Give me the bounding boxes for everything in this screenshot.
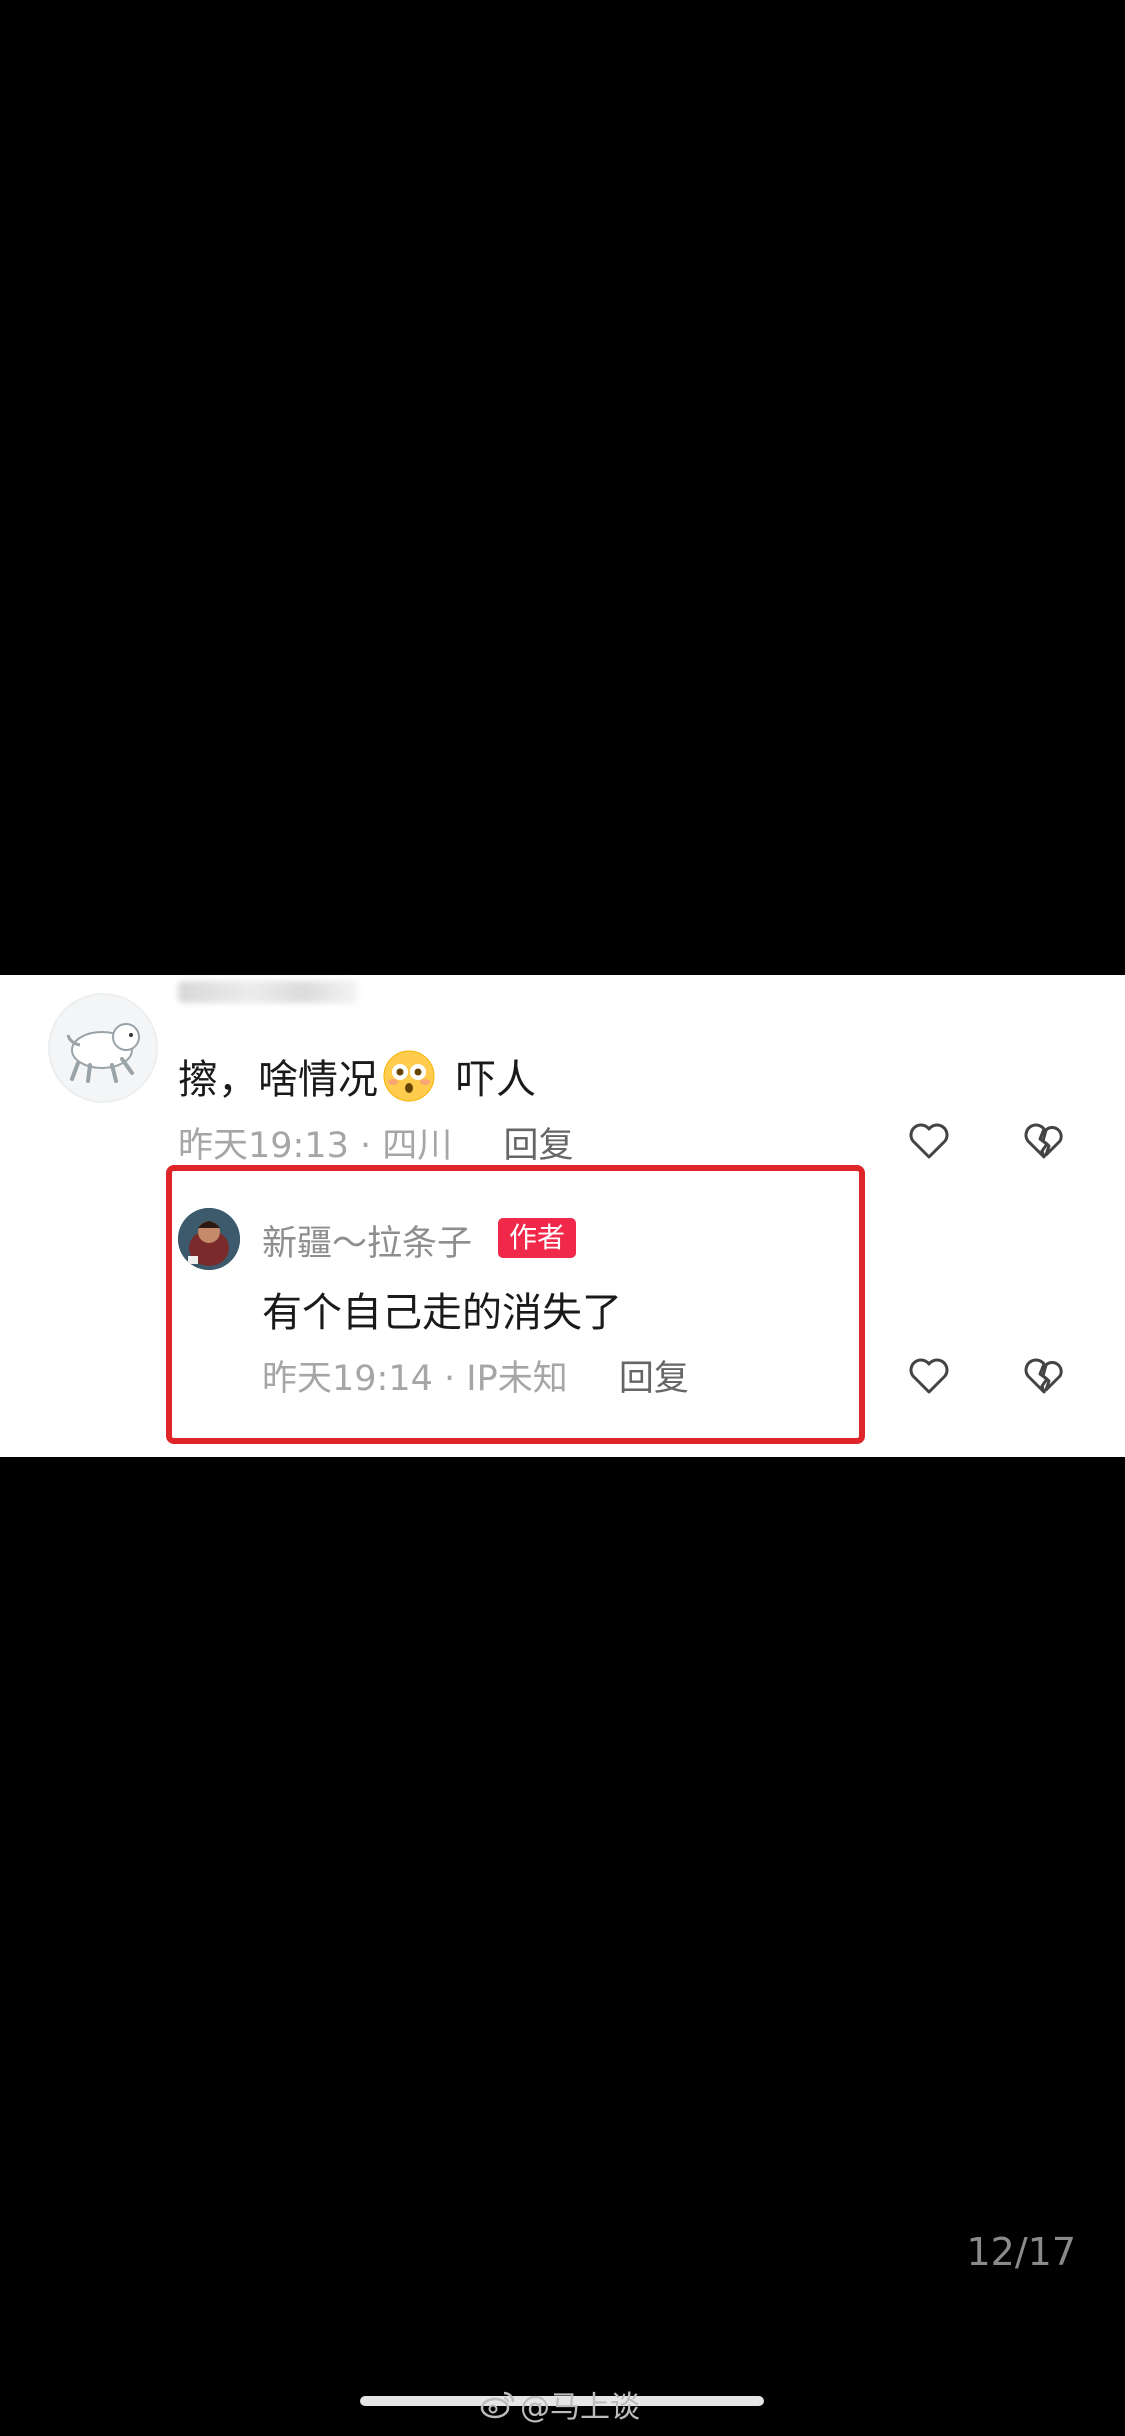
commenter-username-blurred: [178, 981, 358, 1003]
comment-body: 擦，啥情况: [178, 1057, 378, 1103]
comment-location: 四川: [382, 1126, 453, 1166]
author-reply-time: 昨天19:14: [262, 1359, 433, 1399]
author-reply-button[interactable]: 回复: [619, 1359, 689, 1399]
comment-meta: 昨天19:13 · 四川 回复: [178, 1126, 574, 1166]
comment-card: 擦，啥情况 吓人 昨天19:13 · 四川 回复 新疆～拉条子 作者 有个自己走…: [0, 975, 1125, 1457]
broken-heart-icon[interactable]: [1020, 1117, 1068, 1165]
author-avatar[interactable]: [178, 1208, 240, 1270]
commenter-avatar[interactable]: [48, 993, 158, 1103]
author-badge: 作者: [498, 1218, 577, 1258]
comment-time: 昨天19:13: [178, 1126, 349, 1166]
comment-reply-button[interactable]: 回复: [503, 1126, 573, 1166]
comment-text: 擦，啥情况 吓人: [178, 1047, 536, 1105]
page-counter: 12/17: [966, 2230, 1076, 2274]
broken-heart-icon[interactable]: [1020, 1352, 1068, 1400]
author-username[interactable]: 新疆～拉条子: [262, 1215, 472, 1266]
author-reply-meta: 昨天19:14 · IP未知 回复: [262, 1359, 689, 1399]
watermark: @马上谈: [480, 2382, 640, 2426]
comment-suffix: 吓人: [456, 1057, 536, 1103]
weibo-logo-icon: [480, 2391, 515, 2419]
heart-icon[interactable]: [905, 1352, 953, 1400]
author-reply-text: 有个自己走的消失了: [262, 1290, 622, 1336]
flushed-face-emoji: [383, 1050, 435, 1102]
heart-icon[interactable]: [905, 1117, 953, 1165]
author-reply-location: IP未知: [466, 1359, 568, 1399]
watermark-handle: @马上谈: [520, 2390, 640, 2425]
